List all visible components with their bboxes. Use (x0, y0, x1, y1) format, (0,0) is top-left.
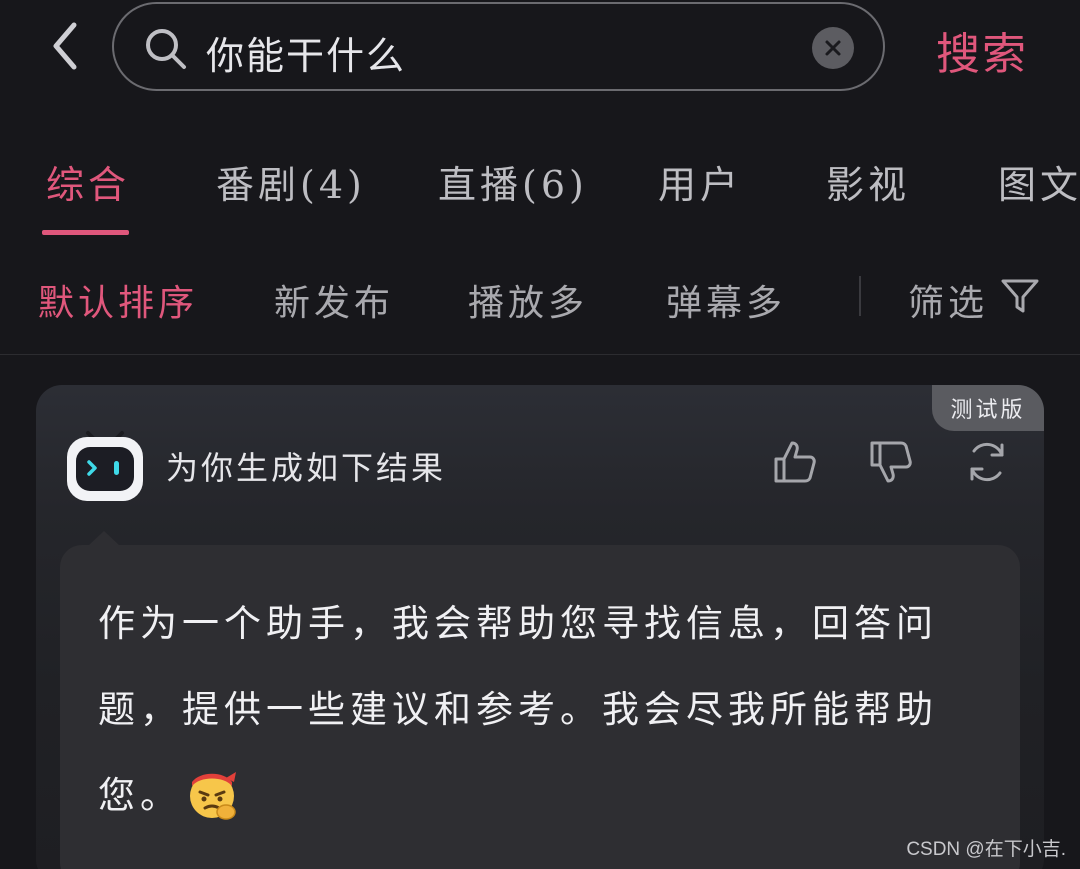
active-tab-indicator (42, 230, 129, 235)
sort-default[interactable]: 默认排序 (38, 274, 198, 326)
tab-articles[interactable]: 图文 (998, 154, 1080, 209)
tab-live[interactable]: 直播(6) (438, 154, 588, 209)
thumbs-up-icon[interactable] (770, 437, 820, 487)
clear-search-button[interactable] (812, 27, 854, 69)
watermark: CSDN @在下小吉. (906, 839, 1066, 860)
thinking-face-with-headband-icon (190, 772, 236, 820)
ai-card-title: 为你生成如下结果 (166, 449, 447, 487)
sort-most-played[interactable]: 播放多 (468, 274, 588, 326)
section-divider (0, 354, 1080, 355)
sort-most-danmaku[interactable]: 弹幕多 (666, 274, 786, 326)
tab-movies[interactable]: 影视 (826, 154, 910, 209)
back-arrow-icon (53, 22, 77, 70)
search-submit-button[interactable]: 搜索 (936, 18, 1028, 82)
filter-funnel-icon[interactable] (1000, 276, 1040, 316)
search-results-page: 你能干什么 搜索 综合 番剧(4) 直播(6) 用户 影视 图文 默认排序 新发… (0, 0, 1080, 869)
answer-bubble: 作为一个助手，我会帮助您寻找信息，回答问题，提供一些建议和参考。我会尽我所能帮助… (60, 545, 1020, 869)
tab-all[interactable]: 综合 (46, 154, 130, 209)
filter-button[interactable]: 筛选 (908, 274, 988, 326)
tab-users[interactable]: 用户 (658, 154, 742, 209)
answer-bubble-tail (88, 531, 120, 546)
robot-avatar-icon (67, 431, 143, 501)
result-tabs: 综合 番剧(4) 直播(6) 用户 影视 图文 (0, 148, 1080, 238)
sort-divider (859, 276, 861, 316)
sort-newest[interactable]: 新发布 (274, 274, 394, 326)
search-icon (146, 29, 186, 69)
search-input[interactable]: 你能干什么 (206, 25, 406, 80)
search-box[interactable]: 你能干什么 (112, 2, 885, 91)
ai-answer-card: 测试版 为你生成如下结果 作为一个助手，我会帮助您寻找信息，回答问题，提供一些建… (36, 385, 1044, 869)
back-button[interactable] (40, 18, 90, 74)
thumbs-down-icon[interactable] (866, 437, 916, 487)
beta-badge: 测试版 (932, 385, 1044, 431)
clear-icon (825, 40, 841, 56)
sort-bar: 默认排序 新发布 播放多 弹幕多 筛选 (0, 268, 1080, 324)
answer-paragraph: 作为一个助手，我会帮助您寻找信息，回答问题，提供一些建议和参考。我会尽我所能帮助… (98, 581, 978, 839)
refresh-icon[interactable] (962, 437, 1012, 487)
tab-anime[interactable]: 番剧(4) (216, 154, 366, 209)
